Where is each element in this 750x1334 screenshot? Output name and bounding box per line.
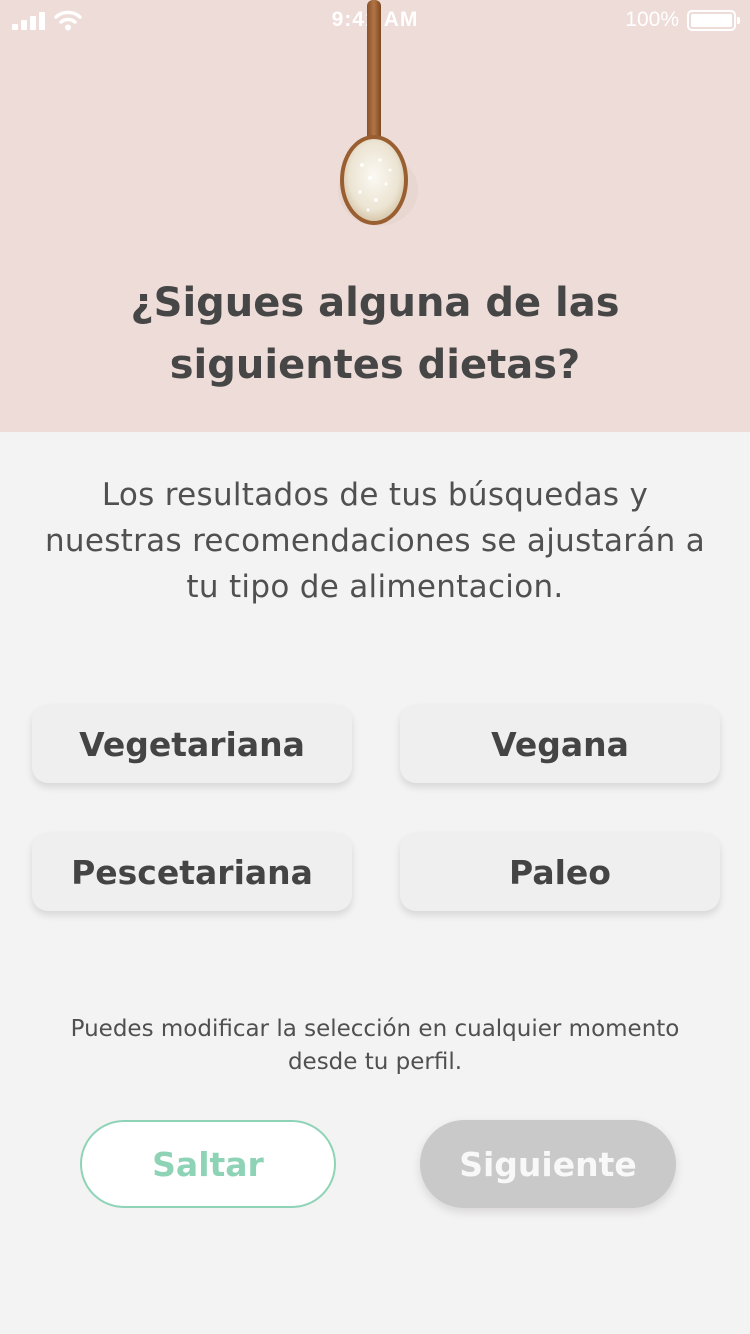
next-button[interactable]: Siguiente <box>420 1120 676 1208</box>
diet-option-vegetariana[interactable]: Vegetariana <box>32 705 352 783</box>
hero-banner: 9:41 AM 100% ¿Sigues alguna de las sigui… <box>0 0 750 432</box>
battery-percentage: 100% <box>625 8 679 31</box>
diet-option-pescetariana[interactable]: Pescetariana <box>32 833 352 911</box>
battery-icon <box>687 10 740 31</box>
description-text: Los resultados de tus búsquedas y nuestr… <box>44 477 706 605</box>
skip-button[interactable]: Saltar <box>80 1120 336 1208</box>
spoon-rice-image <box>338 0 418 226</box>
diet-option-paleo[interactable]: Paleo <box>400 833 720 911</box>
hint-text: Puedes modificar la selección en cualqui… <box>70 1016 680 1075</box>
page-title: ¿Sigues alguna de las siguientes dietas? <box>130 280 620 388</box>
diet-option-vegana[interactable]: Vegana <box>400 705 720 783</box>
